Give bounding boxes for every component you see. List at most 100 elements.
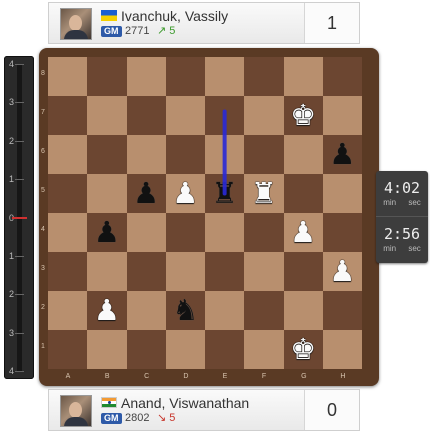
black-rook-icon[interactable]: ♜ <box>205 174 244 213</box>
eval-scale-label: 2 <box>9 135 15 146</box>
square-h1[interactable] <box>322 330 362 369</box>
square-e2[interactable] <box>205 291 245 330</box>
square-h3[interactable]: ♟ <box>322 252 362 291</box>
top-player-rating-trend: ↗ 5 <box>157 25 176 37</box>
square-e8[interactable] <box>205 57 245 96</box>
square-a7[interactable] <box>48 96 88 135</box>
black-pawn-icon[interactable]: ♟ <box>127 174 166 213</box>
square-h2[interactable] <box>322 291 362 330</box>
square-g8[interactable] <box>283 57 323 96</box>
square-h7[interactable] <box>322 96 362 135</box>
square-c8[interactable] <box>126 57 166 96</box>
rank-label: 4 <box>41 226 45 233</box>
square-f2[interactable] <box>244 291 284 330</box>
square-g1[interactable]: ♚ <box>283 330 323 369</box>
square-f3[interactable] <box>244 252 284 291</box>
bottom-player-rating-trend: ↘ 5 <box>157 412 176 424</box>
rank-label: 7 <box>41 109 45 116</box>
square-a4[interactable] <box>48 213 88 252</box>
square-h5[interactable] <box>322 174 362 213</box>
square-b4[interactable]: ♟ <box>87 213 127 252</box>
square-f8[interactable] <box>244 57 284 96</box>
file-label: B <box>104 373 110 380</box>
square-c1[interactable] <box>126 330 166 369</box>
square-d3[interactable] <box>165 252 205 291</box>
square-a6[interactable] <box>48 135 88 174</box>
white-king-icon[interactable]: ♚ <box>284 330 323 369</box>
square-d1[interactable] <box>165 330 205 369</box>
square-g4[interactable]: ♟ <box>283 213 323 252</box>
square-c6[interactable] <box>126 135 166 174</box>
white-pawn-icon[interactable]: ♟ <box>323 252 362 291</box>
square-a5[interactable] <box>48 174 88 213</box>
square-h6[interactable]: ♟ <box>322 135 362 174</box>
black-pawn-icon[interactable]: ♟ <box>323 135 362 174</box>
file-label: C <box>144 373 150 380</box>
file-label: E <box>222 373 228 380</box>
eval-scale-tick <box>15 255 24 257</box>
square-e3[interactable] <box>205 252 245 291</box>
square-b3[interactable] <box>87 252 127 291</box>
file-label: A <box>65 373 71 380</box>
square-h8[interactable] <box>322 57 362 96</box>
black-pawn-icon[interactable]: ♟ <box>87 213 126 252</box>
square-a8[interactable] <box>48 57 88 96</box>
square-e4[interactable] <box>205 213 245 252</box>
square-f4[interactable] <box>244 213 284 252</box>
evaluation-marker <box>12 216 27 219</box>
bottom-player-score: 0 <box>304 390 359 430</box>
bottom-player-name[interactable]: Anand, Viswanathan <box>121 395 249 411</box>
square-f1[interactable] <box>244 330 284 369</box>
square-c7[interactable] <box>126 96 166 135</box>
square-b7[interactable] <box>87 96 127 135</box>
square-e6[interactable] <box>205 135 245 174</box>
square-e5[interactable]: ♜ <box>205 174 245 213</box>
bottom-player-title-badge: GM <box>101 413 122 424</box>
square-d2[interactable]: ♞ <box>165 291 205 330</box>
white-pawn-icon[interactable]: ♟ <box>87 291 126 330</box>
rank-label: 8 <box>41 70 45 77</box>
square-g6[interactable] <box>283 135 323 174</box>
square-a3[interactable] <box>48 252 88 291</box>
evaluation-bar: 432101234 <box>4 56 34 379</box>
square-c4[interactable] <box>126 213 166 252</box>
eval-scale-label: 1 <box>9 250 15 261</box>
bottom-clock-time: 2:56 <box>383 225 421 243</box>
square-a2[interactable] <box>48 291 88 330</box>
white-pawn-icon[interactable]: ♟ <box>166 174 205 213</box>
square-b1[interactable] <box>87 330 127 369</box>
square-a1[interactable] <box>48 330 88 369</box>
square-h4[interactable] <box>322 213 362 252</box>
square-b2[interactable]: ♟ <box>87 291 127 330</box>
square-c2[interactable] <box>126 291 166 330</box>
square-d7[interactable] <box>165 96 205 135</box>
square-d5[interactable]: ♟ <box>165 174 205 213</box>
square-e1[interactable] <box>205 330 245 369</box>
chess-board[interactable]: ♚ ♟ ♟ ♟ ♜ ♜ ♟ ♟ ♟ ♟ ♞ ♚ <box>48 57 362 369</box>
square-g3[interactable] <box>283 252 323 291</box>
square-b8[interactable] <box>87 57 127 96</box>
white-king-icon[interactable]: ♚ <box>284 96 323 135</box>
square-d6[interactable] <box>165 135 205 174</box>
square-g7[interactable]: ♚ <box>283 96 323 135</box>
white-pawn-icon[interactable]: ♟ <box>284 213 323 252</box>
square-g2[interactable] <box>283 291 323 330</box>
square-f7[interactable] <box>244 96 284 135</box>
black-knight-icon[interactable]: ♞ <box>166 291 205 330</box>
square-d8[interactable] <box>165 57 205 96</box>
square-b6[interactable] <box>87 135 127 174</box>
top-player-name[interactable]: Ivanchuk, Vassily <box>121 8 228 24</box>
square-d4[interactable] <box>165 213 205 252</box>
square-b5[interactable] <box>87 174 127 213</box>
square-c3[interactable] <box>126 252 166 291</box>
top-clock-min-label: min <box>383 198 397 207</box>
square-g5[interactable] <box>283 174 323 213</box>
eval-scale-tick <box>15 140 24 142</box>
eval-scale-tick <box>15 179 24 181</box>
square-f5[interactable]: ♜ <box>244 174 284 213</box>
square-c5[interactable]: ♟ <box>126 174 166 213</box>
square-e7[interactable] <box>205 96 245 135</box>
square-f6[interactable] <box>244 135 284 174</box>
rank-label: 3 <box>41 265 45 272</box>
white-rook-icon[interactable]: ♜ <box>244 174 283 213</box>
